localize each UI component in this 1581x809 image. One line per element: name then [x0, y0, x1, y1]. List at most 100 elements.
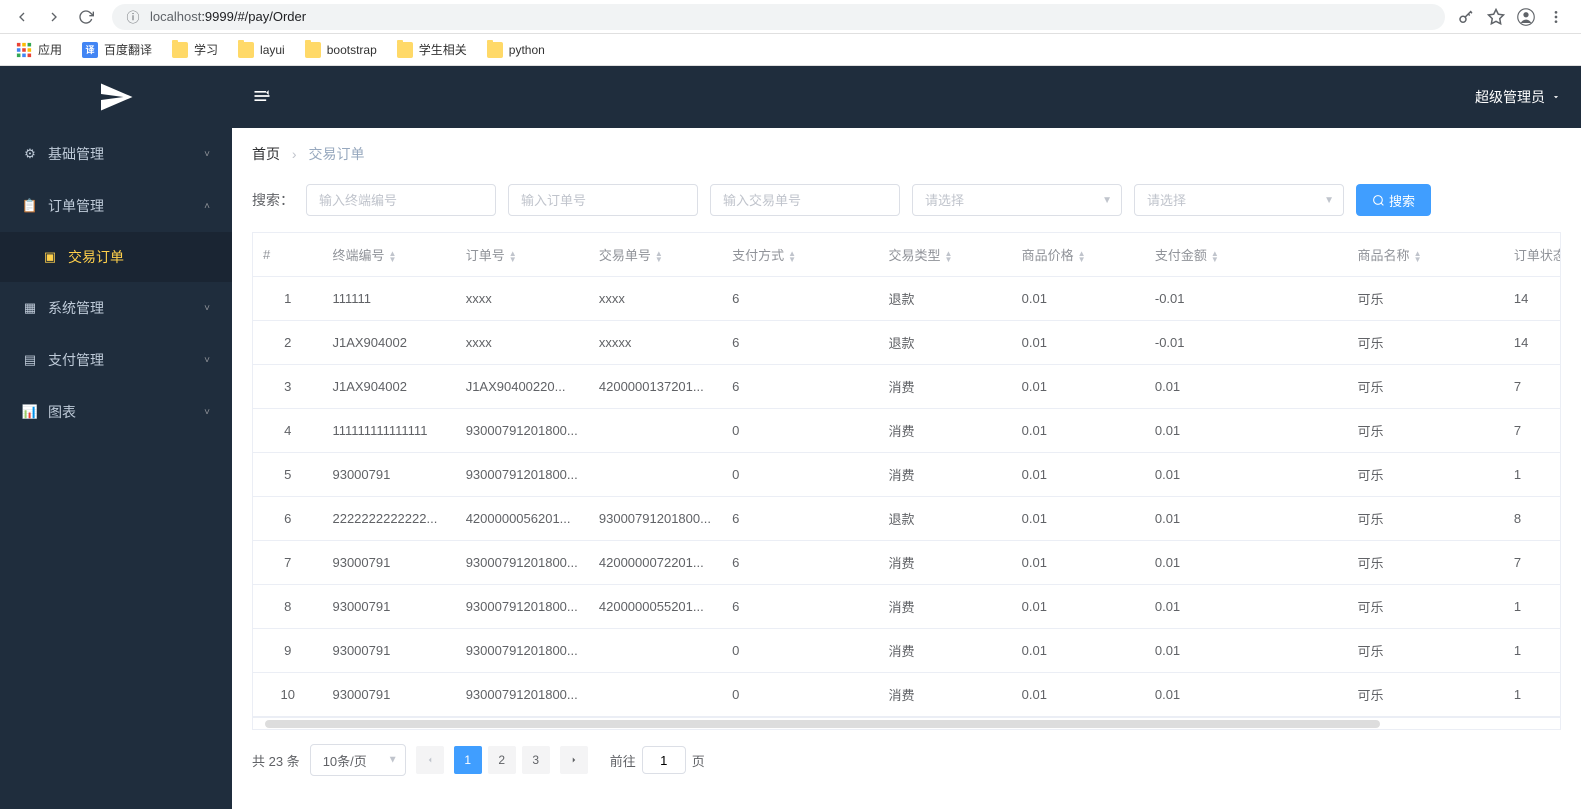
table-header[interactable]: 商品价格▲▼: [1012, 233, 1145, 277]
bookmark-item[interactable]: 译百度翻译: [74, 37, 160, 62]
table-cell: 可乐: [1348, 497, 1504, 541]
table-cell: [589, 673, 722, 717]
back-button[interactable]: [8, 3, 36, 31]
folder-icon: [172, 42, 188, 58]
terminal-input[interactable]: [306, 184, 496, 216]
table-header[interactable]: 订单状态▲▼: [1504, 233, 1561, 277]
table-header[interactable]: 支付方式▲▼: [722, 233, 878, 277]
star-icon[interactable]: [1487, 8, 1505, 26]
address-bar[interactable]: ⓘ localhost:9999/#/pay/Order: [112, 4, 1445, 30]
table-row[interactable]: 2J1AX904002xxxxxxxxx6退款0.01-0.01可乐142018…: [253, 321, 1561, 365]
table-header[interactable]: 交易类型▲▼: [878, 233, 1011, 277]
table-row[interactable]: 99300079193000791201800...0消费0.010.01可乐1…: [253, 629, 1561, 673]
select-1[interactable]: ▼: [912, 184, 1122, 216]
sort-desc-icon[interactable]: ▼: [1078, 257, 1086, 263]
profile-icon[interactable]: [1517, 8, 1535, 26]
table-cell: 93000791201800...: [456, 453, 589, 497]
table-row[interactable]: 1111111xxxxxxxx6退款0.01-0.01可乐142018-05-1: [253, 277, 1561, 321]
sidebar-item-0[interactable]: ⚙基础管理˅: [0, 128, 232, 180]
sort-desc-icon[interactable]: ▼: [788, 257, 796, 263]
table-cell: -0.01: [1145, 277, 1348, 321]
table-cell: 5: [253, 453, 322, 497]
horizontal-scrollbar[interactable]: [252, 718, 1561, 730]
logo: [0, 66, 232, 128]
bookmark-item[interactable]: bootstrap: [297, 37, 385, 62]
sidebar-item-4[interactable]: 📊图表˅: [0, 386, 232, 438]
sidebar-subitem-orders[interactable]: ▣交易订单: [0, 232, 232, 282]
trade-input[interactable]: [710, 184, 900, 216]
table-cell: 0.01: [1145, 673, 1348, 717]
breadcrumb-home[interactable]: 首页: [252, 146, 280, 162]
table-row[interactable]: 79300079193000791201800...4200000072201.…: [253, 541, 1561, 585]
page-number-1[interactable]: 1: [454, 746, 482, 774]
table-header[interactable]: 交易单号▲▼: [589, 233, 722, 277]
next-page-button[interactable]: [560, 746, 588, 774]
table-cell: 可乐: [1348, 277, 1504, 321]
sort-desc-icon[interactable]: ▼: [509, 257, 517, 263]
translate-icon: 译: [82, 42, 98, 58]
page-number-2[interactable]: 2: [488, 746, 516, 774]
table-header[interactable]: 支付金额▲▼: [1145, 233, 1348, 277]
table-row[interactable]: 62222222222222...4200000056201...9300079…: [253, 497, 1561, 541]
chevron-icon: ˅: [204, 303, 210, 314]
bookmarks-bar: 应用 译百度翻译学习layuibootstrap学生相关python: [0, 34, 1581, 66]
table-row[interactable]: 89300079193000791201800...4200000055201.…: [253, 585, 1561, 629]
reload-button[interactable]: [72, 3, 100, 31]
table-cell: 消费: [878, 365, 1011, 409]
prev-page-button[interactable]: [416, 746, 444, 774]
search-button[interactable]: 搜索: [1356, 184, 1431, 216]
table-cell: 0.01: [1012, 541, 1145, 585]
table-row[interactable]: 411111111111111193000791201800...0消费0.01…: [253, 409, 1561, 453]
user-menu[interactable]: 超级管理员: [1475, 87, 1561, 107]
toggle-sidebar-button[interactable]: [252, 86, 272, 109]
sidebar-item-3[interactable]: ▤支付管理˅: [0, 334, 232, 386]
breadcrumb-separator: ›: [292, 146, 297, 162]
key-icon[interactable]: [1457, 8, 1475, 26]
forward-button[interactable]: [40, 3, 68, 31]
table-cell: 111111: [322, 277, 455, 321]
chevron-icon: ˅: [204, 407, 210, 418]
bookmark-item[interactable]: layui: [230, 37, 293, 62]
table-cell: 退款: [878, 497, 1011, 541]
apps-icon: [16, 42, 32, 58]
table-header[interactable]: 商品名称▲▼: [1348, 233, 1504, 277]
table-cell: 可乐: [1348, 409, 1504, 453]
table-header[interactable]: #: [253, 233, 322, 277]
table-cell: 0.01: [1012, 365, 1145, 409]
table-cell: 6: [722, 541, 878, 585]
apps-button[interactable]: 应用: [8, 37, 70, 62]
menu-icon[interactable]: [1547, 8, 1565, 26]
sort-desc-icon[interactable]: ▼: [655, 257, 663, 263]
table-cell: xxxxx: [589, 321, 722, 365]
page-size-select[interactable]: ▼: [310, 744, 406, 776]
table-row[interactable]: 109300079193000791201800...0消费0.010.01可乐…: [253, 673, 1561, 717]
url-path: :9999/#/pay/Order: [201, 9, 306, 24]
chevron-icon: ˅: [204, 149, 210, 160]
sidebar-item-2[interactable]: ▦系统管理˅: [0, 282, 232, 334]
bookmark-item[interactable]: python: [479, 37, 553, 62]
sidebar-item-1[interactable]: 📋订单管理˄: [0, 180, 232, 232]
sort-desc-icon[interactable]: ▼: [944, 257, 952, 263]
table-cell: [589, 409, 722, 453]
bookmark-item[interactable]: 学习: [164, 37, 226, 62]
sort-desc-icon[interactable]: ▼: [389, 257, 397, 263]
jump-input[interactable]: [642, 746, 686, 774]
table-row[interactable]: 3J1AX904002J1AX90400220...4200000137201.…: [253, 365, 1561, 409]
page-number-3[interactable]: 3: [522, 746, 550, 774]
info-icon: ⓘ: [124, 8, 142, 26]
table-cell: 可乐: [1348, 365, 1504, 409]
table-header[interactable]: 订单号▲▼: [456, 233, 589, 277]
sort-desc-icon[interactable]: ▼: [1211, 257, 1219, 263]
select-2[interactable]: ▼: [1134, 184, 1344, 216]
table-cell: 0: [722, 453, 878, 497]
table-row[interactable]: 59300079193000791201800...0消费0.010.01可乐1…: [253, 453, 1561, 497]
header-label: 商品价格: [1022, 248, 1074, 263]
sort-desc-icon[interactable]: ▼: [1414, 257, 1422, 263]
table-header[interactable]: 终端编号▲▼: [322, 233, 455, 277]
table-cell: 93000791: [322, 541, 455, 585]
table-cell: 0.01: [1145, 541, 1348, 585]
order-input[interactable]: [508, 184, 698, 216]
table-cell: 可乐: [1348, 585, 1504, 629]
search-button-label: 搜索: [1389, 191, 1415, 210]
bookmark-item[interactable]: 学生相关: [389, 37, 475, 62]
